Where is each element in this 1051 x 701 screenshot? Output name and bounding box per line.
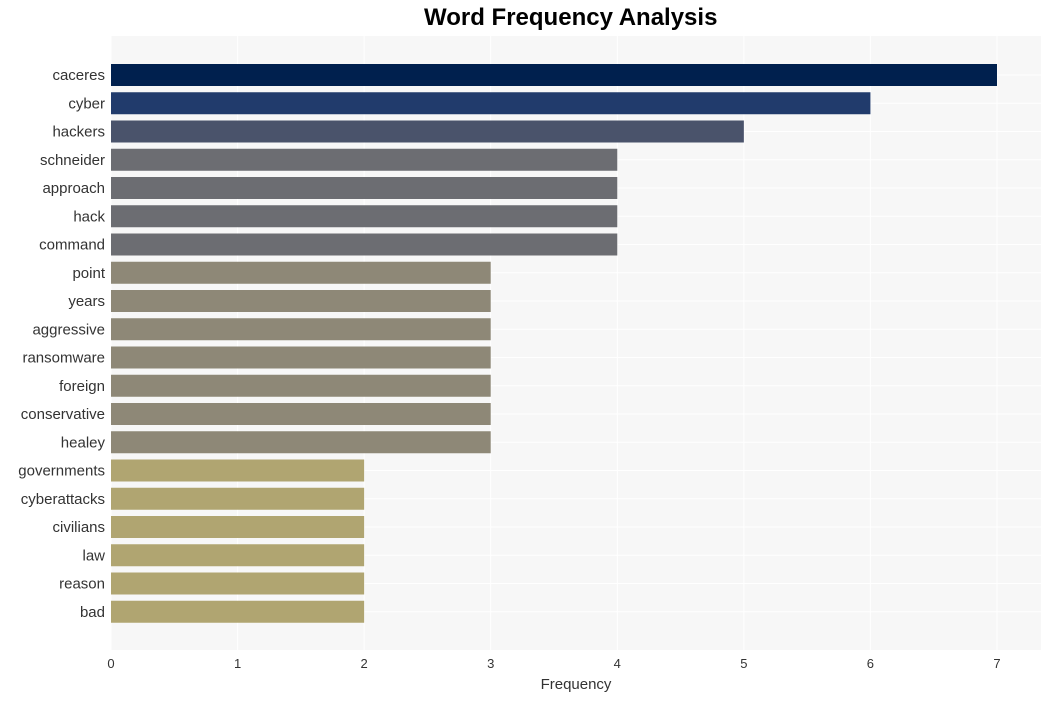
bar-aggressive	[111, 318, 491, 341]
bar-approach	[111, 177, 618, 199]
bar-healey	[111, 431, 491, 454]
x-tick-label: 3	[487, 656, 494, 671]
bar-caceres	[111, 64, 997, 86]
bar-conservative	[111, 403, 491, 425]
bar-years	[111, 290, 491, 312]
x-tick-label: 7	[993, 656, 1000, 671]
x-tick-label: 2	[361, 656, 368, 671]
y-tick-label: reason	[59, 576, 105, 593]
y-tick-label: conservative	[21, 406, 105, 423]
bar-cyberattacks	[111, 487, 365, 510]
y-tick-label: point	[72, 265, 105, 282]
bar-reason	[111, 572, 365, 595]
bar-civilians	[111, 516, 365, 538]
y-tick-label: ransomware	[22, 350, 105, 367]
bar-hack	[111, 205, 618, 228]
bar-command	[111, 233, 618, 256]
y-tick-label: caceres	[52, 67, 105, 84]
y-tick-label: approach	[42, 180, 105, 197]
y-tick-label: hack	[73, 208, 105, 225]
y-tick-label: years	[68, 293, 105, 310]
bar-chart: caceres cyber hackers schneider approach hack…	[18, 36, 1041, 693]
bar-foreign	[111, 374, 491, 397]
y-tick-label: civilians	[52, 519, 105, 536]
bar-point	[111, 261, 491, 284]
y-tick-label: law	[82, 547, 105, 564]
y-tick-label: governments	[18, 463, 105, 480]
bar-bad	[111, 600, 365, 623]
x-tick-label: 6	[867, 656, 874, 671]
y-tick-label: hackers	[52, 124, 105, 141]
bar-ransomware	[111, 346, 491, 369]
y-tick-label: schneider	[40, 152, 105, 169]
y-tick-label: healey	[61, 434, 106, 451]
y-tick-label: cyber	[68, 95, 105, 112]
x-tick-label: 1	[234, 656, 241, 671]
y-tick-label: cyberattacks	[21, 491, 105, 508]
bar-schneider	[111, 148, 618, 171]
y-axis-labels: caceres cyber hackers schneider approach hack…	[18, 67, 106, 621]
x-axis-label: Frequency	[541, 676, 612, 693]
y-tick-label: bad	[80, 604, 105, 621]
bar-law	[111, 544, 365, 567]
x-tick-label: 0	[107, 656, 114, 671]
bar-cyber	[111, 92, 871, 115]
x-axis-ticks: 0 1 2 3 4 5 6 7	[107, 656, 1000, 671]
bar-governments	[111, 459, 365, 482]
x-tick-label: 5	[740, 656, 747, 671]
bar-hackers	[111, 120, 744, 143]
y-tick-label: foreign	[59, 378, 105, 395]
y-tick-label: aggressive	[32, 321, 105, 338]
x-tick-label: 4	[614, 656, 621, 671]
y-tick-label: command	[39, 237, 105, 254]
